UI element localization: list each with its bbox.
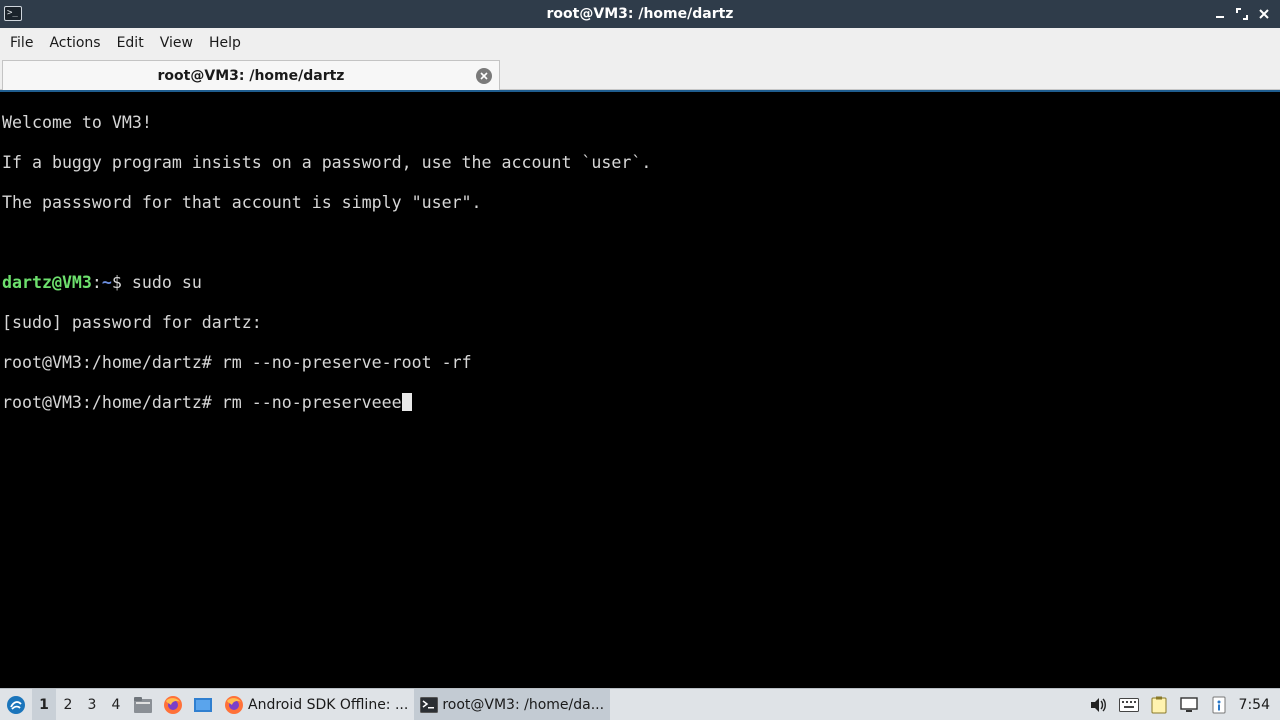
task-label: Android SDK Offline: ...: [248, 696, 409, 713]
terminal-icon: [420, 696, 439, 713]
close-icon: [480, 72, 488, 80]
menu-edit[interactable]: Edit: [109, 28, 152, 58]
workspace-1[interactable]: 1: [32, 688, 56, 720]
workspace-4[interactable]: 4: [104, 689, 128, 720]
task-label: root@VM3: /home/da...: [442, 696, 605, 713]
menu-actions[interactable]: Actions: [41, 28, 108, 58]
firefox-launcher[interactable]: [158, 689, 188, 720]
command-text: sudo su: [131, 273, 202, 292]
tab-bar: root@VM3: /home/dartz: [0, 58, 1280, 90]
keyboard-icon: [1118, 697, 1139, 712]
screen-button[interactable]: [1179, 695, 1199, 715]
file-manager-launcher[interactable]: [128, 689, 158, 720]
tab-close-button[interactable]: [476, 68, 492, 84]
close-icon: [1259, 9, 1269, 19]
maximize-icon: [1236, 8, 1248, 20]
task-terminal[interactable]: root@VM3: /home/da...: [414, 688, 611, 720]
clock[interactable]: 7:54: [1239, 697, 1270, 713]
tab-label: root@VM3: /home/dartz: [157, 67, 345, 84]
motd-line: Welcome to VM3!: [2, 113, 152, 132]
prompt-separator: :: [91, 273, 102, 292]
firefox-icon: [164, 695, 182, 714]
info-update-icon: [1212, 696, 1226, 713]
desktop-launcher[interactable]: [188, 689, 218, 720]
maximize-button[interactable]: [1234, 6, 1250, 22]
desktop-icon: [194, 697, 212, 712]
volume-button[interactable]: [1089, 695, 1109, 715]
taskbar: 1 2 3 4 Android SDK Offline: ... root@VM…: [0, 688, 1280, 720]
menu-help[interactable]: Help: [201, 28, 249, 58]
minimize-button[interactable]: [1212, 6, 1228, 22]
root-prompt-line: root@VM3:/home/dartz# rm --no-preserve-r…: [2, 353, 1278, 373]
root-prompt: root@VM3:/home/dartz#: [2, 353, 222, 372]
folder-icon: [134, 696, 152, 713]
menu-view[interactable]: View: [152, 28, 201, 58]
tab-terminal[interactable]: root@VM3: /home/dartz: [2, 60, 500, 90]
close-button[interactable]: [1256, 6, 1272, 22]
prompt-suffix: $: [111, 273, 132, 292]
clipboard-icon: [1151, 696, 1167, 713]
system-tray: 7:54: [1089, 689, 1280, 720]
command-text: rm --no-preserve-root -rf: [221, 353, 472, 372]
motd-line: If a buggy program insists on a password…: [2, 153, 652, 172]
task-firefox[interactable]: Android SDK Offline: ...: [218, 689, 414, 720]
start-menu-button[interactable]: [0, 689, 32, 720]
monitor-icon: [1179, 696, 1198, 712]
window-titlebar[interactable]: >_ root@VM3: /home/dartz: [0, 0, 1280, 28]
clipboard-button[interactable]: [1149, 695, 1169, 715]
workspace-2[interactable]: 2: [56, 689, 80, 720]
workspace-3[interactable]: 3: [80, 689, 104, 720]
prompt-user: dartz@VM3: [2, 273, 92, 292]
window-controls: [1212, 0, 1272, 28]
menu-bar: File Actions Edit View Help: [0, 28, 1280, 58]
sudo-prompt-line: [sudo] password for dartz:: [2, 313, 262, 332]
window-title: root@VM3: /home/dartz: [546, 6, 734, 22]
terminal-output[interactable]: Welcome to VM3! If a buggy program insis…: [0, 90, 1280, 687]
volume-icon: [1090, 697, 1106, 712]
notification-button[interactable]: [1209, 695, 1229, 715]
prompt-line: dartz@VM3:~$ sudo su: [2, 273, 1278, 293]
prompt-path: ~: [101, 273, 112, 292]
firefox-icon: [225, 695, 243, 714]
motd-line: The passsword for that account is simply…: [2, 193, 482, 212]
keyboard-button[interactable]: [1118, 695, 1139, 715]
text-cursor: [401, 393, 412, 411]
minimize-icon: [1216, 16, 1224, 18]
root-prompt: root@VM3:/home/dartz#: [2, 393, 222, 412]
terminal-app-icon[interactable]: >_: [4, 6, 22, 21]
lubuntu-logo-icon: [7, 695, 25, 714]
menu-file[interactable]: File: [2, 28, 41, 58]
current-input[interactable]: rm --no-preserveee: [222, 393, 402, 412]
root-prompt-line: root@VM3:/home/dartz# rm --no-preserveee: [2, 393, 1278, 413]
